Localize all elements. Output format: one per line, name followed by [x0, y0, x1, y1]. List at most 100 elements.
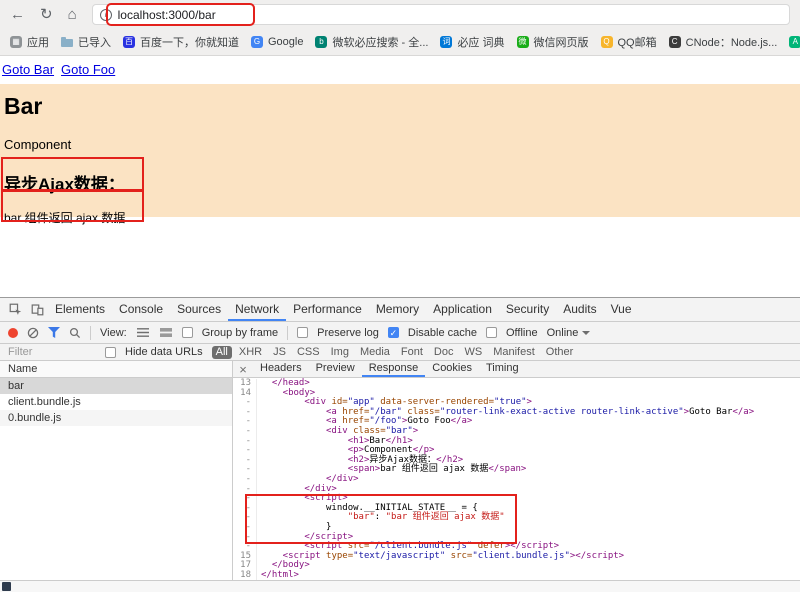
offline-checkbox[interactable] — [486, 327, 497, 338]
bookmark-label: Google — [268, 36, 303, 48]
devtools-tab-application[interactable]: Application — [426, 298, 499, 321]
line-number: - — [233, 465, 257, 475]
requests-panel: Name barclient.bundle.js0.bundle.js — [0, 361, 233, 581]
devtools-tab-performance[interactable]: Performance — [286, 298, 369, 321]
refresh-icon[interactable]: ↻ — [40, 7, 53, 22]
detail-tab-timing[interactable]: Timing — [479, 361, 526, 377]
filter-type-js[interactable]: JS — [269, 346, 290, 359]
bookmark-label: 微信网页版 — [534, 34, 589, 50]
devtools-tab-vue[interactable]: Vue — [604, 298, 639, 321]
filter-type-css[interactable]: CSS — [293, 346, 324, 359]
bookmark-item[interactable]: Q QQ邮箱 — [601, 34, 657, 50]
filter-type-doc[interactable]: Doc — [430, 346, 458, 359]
requests-column-header[interactable]: Name — [0, 361, 232, 378]
devtools-tab-security[interactable]: Security — [499, 298, 556, 321]
hide-data-urls-checkbox[interactable] — [105, 347, 116, 358]
filter-type-xhr[interactable]: XHR — [235, 346, 266, 359]
device-toolbar-icon[interactable] — [26, 298, 48, 321]
filter-type-font[interactable]: Font — [397, 346, 427, 359]
bookmark-item[interactable]: b微软必应搜索 - 全... — [315, 34, 428, 50]
record-icon[interactable] — [8, 328, 18, 338]
devtools-tab-console[interactable]: Console — [112, 298, 170, 321]
detail-tab-response[interactable]: Response — [362, 361, 426, 377]
code-line: -<span>bar 组件返回 ajax 数据</span> — [233, 465, 800, 475]
devtools-tab-audits[interactable]: Audits — [556, 298, 603, 321]
line-number: - — [233, 456, 257, 466]
bookmark-item[interactable]: ▦应用 — [10, 34, 49, 50]
request-row[interactable]: client.bundle.js — [0, 394, 232, 410]
preserve-log-label: Preserve log — [317, 327, 379, 339]
page-link[interactable]: Goto Foo — [61, 62, 115, 77]
response-code[interactable]: 13</head>14<body>-<div id="app" data-ser… — [233, 378, 800, 581]
network-filter-bar: Hide data URLs AllXHRJSCSSImgMediaFontDo… — [0, 344, 800, 361]
line-number: - — [233, 513, 257, 523]
page-link[interactable]: Goto Bar — [2, 62, 54, 77]
bing-dictionary-icon: 词 — [440, 36, 452, 48]
bookmark-label: CNode：Node.js... — [686, 34, 778, 50]
throttling-value: Online — [547, 327, 579, 339]
bookmark-item[interactable]: 词必应 词典 — [440, 34, 504, 50]
network-main: Name barclient.bundle.js0.bundle.js × He… — [0, 361, 800, 581]
console-drawer-icon[interactable] — [2, 582, 11, 591]
devtools-tab-network[interactable]: Network — [228, 298, 286, 321]
throttling-select[interactable]: Online — [547, 327, 591, 339]
code-line: 15<script type="text/javascript" src="cl… — [233, 552, 800, 562]
detail-tab-headers[interactable]: Headers — [253, 361, 309, 377]
search-icon[interactable] — [69, 327, 81, 339]
ajax-heading: 异步Ajax数据： — [4, 170, 796, 195]
line-number: - — [233, 533, 257, 543]
filter-type-manifest[interactable]: Manifest — [489, 346, 539, 359]
preserve-log-checkbox[interactable] — [297, 327, 308, 338]
url-text: localhost:3000/bar — [118, 8, 216, 22]
info-icon[interactable]: i — [100, 9, 112, 21]
clear-icon[interactable] — [27, 327, 39, 339]
bookmark-item[interactable]: 已导入 — [61, 34, 111, 50]
devtools-tab-elements[interactable]: Elements — [48, 298, 112, 321]
group-by-frame-label: Group by frame — [202, 327, 278, 339]
bar-heading: Bar — [4, 84, 796, 120]
group-by-frame-checkbox[interactable] — [182, 327, 193, 338]
cnode-icon: C — [669, 36, 681, 48]
network-toolbar: View: Group by frame Preserve log Disabl… — [0, 322, 800, 344]
filter-type-other[interactable]: Other — [542, 346, 578, 359]
filter-type-ws[interactable]: WS — [460, 346, 486, 359]
devtools-tab-sources[interactable]: Sources — [170, 298, 228, 321]
line-number: - — [233, 475, 257, 485]
code-line: -<div class="bar"> — [233, 427, 800, 437]
code-line: -<script> — [233, 494, 800, 504]
disable-cache-checkbox[interactable] — [388, 327, 399, 338]
devtools-tab-memory[interactable]: Memory — [369, 298, 426, 321]
request-row[interactable]: 0.bundle.js — [0, 410, 232, 426]
page-nav-links: Goto Bar Goto Foo — [0, 57, 800, 77]
apps-icon: ▦ — [10, 36, 22, 48]
filter-type-img[interactable]: Img — [327, 346, 353, 359]
detail-tab-cookies[interactable]: Cookies — [425, 361, 479, 377]
bookmarks-bar: ▦应用已导入百百度一下，你就知道 GGoogle b微软必应搜索 - 全... 词必应… — [0, 29, 800, 54]
line-number: - — [233, 398, 257, 408]
inspect-icon[interactable] — [4, 298, 26, 321]
bookmark-item[interactable]: 百百度一下，你就知道 — [123, 34, 239, 50]
filter-type-media[interactable]: Media — [356, 346, 394, 359]
disable-cache-label: Disable cache — [408, 327, 477, 339]
filter-funnel-icon[interactable] — [48, 327, 60, 338]
bookmark-item[interactable]: AAPICloud App开发 — [789, 34, 800, 50]
hide-data-urls-label: Hide data URLs — [125, 346, 203, 358]
bookmark-item[interactable]: GGoogle — [251, 36, 303, 48]
home-icon[interactable]: ⌂ — [68, 7, 77, 22]
view-large-icon[interactable] — [159, 327, 173, 338]
qqmail-icon: Q — [601, 36, 613, 48]
detail-tab-preview[interactable]: Preview — [309, 361, 362, 377]
network-filter-input[interactable] — [8, 346, 96, 358]
request-row[interactable]: bar — [0, 378, 232, 394]
address-bar[interactable]: i localhost:3000/bar — [92, 4, 790, 25]
filter-type-all[interactable]: All — [212, 346, 232, 359]
bookmark-item[interactable]: C CNode：Node.js... — [669, 34, 778, 50]
bookmark-label: 必应 词典 — [457, 34, 504, 50]
back-icon[interactable]: ← — [10, 7, 25, 22]
baidu-icon: 百 — [123, 36, 135, 48]
view-list-icon[interactable] — [136, 327, 150, 338]
bookmark-label: QQ邮箱 — [618, 34, 657, 50]
close-detail-icon[interactable]: × — [233, 361, 253, 377]
bookmark-item[interactable]: 微微信网页版 — [517, 34, 589, 50]
line-number: - — [233, 523, 257, 533]
